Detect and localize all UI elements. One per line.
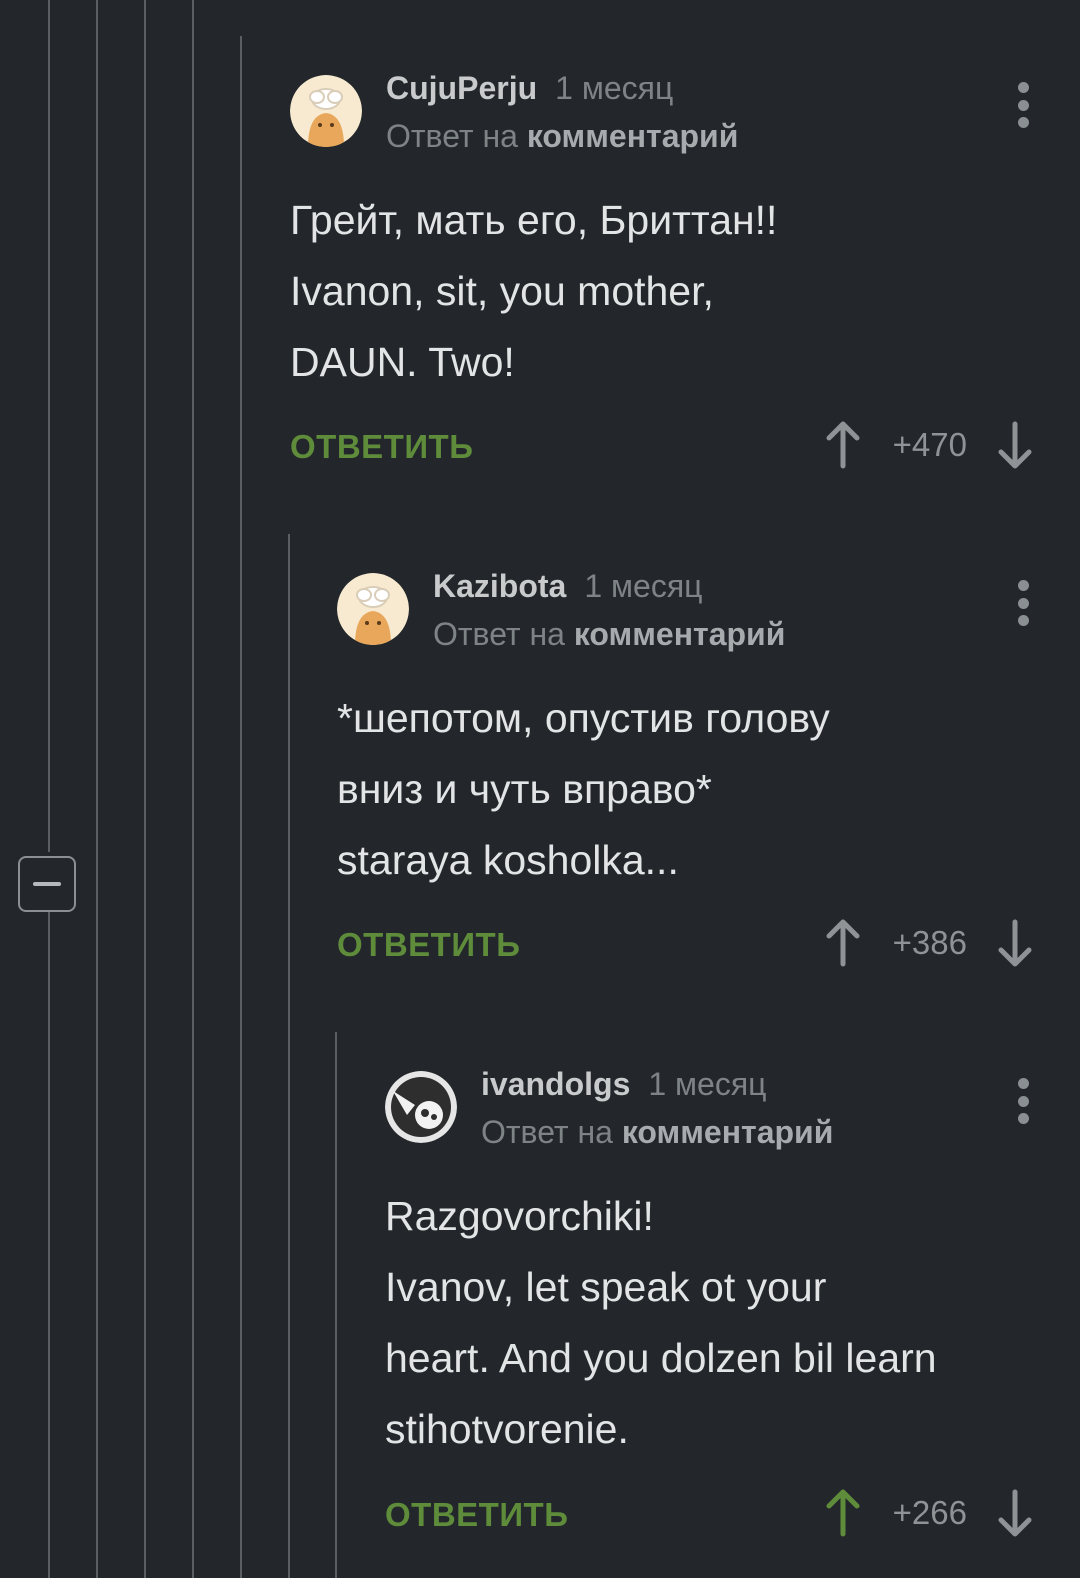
thread-line [240, 36, 242, 1578]
comment-text: Razgovorchiki! Ivanov, let speak ot your… [385, 1193, 937, 1452]
reply-button[interactable]: ОТВЕТИТЬ [337, 926, 520, 964]
upvote-arrow-icon[interactable] [823, 1488, 863, 1538]
comment-header: Kazibota 1 месяц Ответ на комментарий [337, 568, 1080, 652]
comment: ivandolgs 1 месяц Ответ на комментарий Ra… [385, 1066, 1080, 1566]
comment-time: 1 месяц [648, 1066, 767, 1102]
reply-prefix: Ответ на [481, 1114, 613, 1150]
thread-line [144, 0, 146, 1578]
username[interactable]: CujuPerju 1 месяц [386, 70, 673, 107]
more-options-icon[interactable] [1016, 1078, 1030, 1124]
vote-score: +470 [892, 426, 967, 463]
reply-button[interactable]: ОТВЕТИТЬ [290, 428, 473, 466]
comment-time: 1 месяц [555, 70, 674, 106]
reply-target-link[interactable]: комментарий [574, 616, 786, 652]
upvote-arrow-icon[interactable] [823, 918, 863, 968]
username[interactable]: ivandolgs 1 месяц [481, 1066, 767, 1103]
thread-line [96, 0, 98, 1578]
reply-to-label: Ответ на комментарий [386, 118, 738, 155]
reply-prefix: Ответ на [386, 118, 518, 154]
thread-line [192, 0, 194, 1578]
vote-score: +266 [892, 1494, 967, 1531]
username-text[interactable]: Kazibota [433, 568, 566, 604]
upvote-arrow-icon[interactable] [823, 420, 863, 470]
username-text[interactable]: CujuPerju [386, 70, 537, 106]
reply-target-link[interactable]: комментарий [527, 118, 739, 154]
downvote-arrow-icon[interactable] [995, 420, 1035, 470]
comment: CujuPerju 1 месяц Ответ на комментарий Гр… [290, 70, 1080, 490]
comment-text: *шепотом, опустив голову вниз и чуть впр… [337, 695, 830, 883]
minus-icon [33, 882, 61, 886]
collapse-thread-button[interactable] [18, 856, 76, 912]
comment-text: Грейт, мать его, Бриттан!! Ivanon, sit, … [290, 197, 778, 385]
reply-to-label: Ответ на комментарий [481, 1114, 833, 1151]
downvote-arrow-icon[interactable] [995, 918, 1035, 968]
thread-line [48, 912, 50, 1578]
comment-header: CujuPerju 1 месяц Ответ на комментарий [290, 70, 1080, 154]
reply-button[interactable]: ОТВЕТИТЬ [385, 1496, 568, 1534]
reply-prefix: Ответ на [433, 616, 565, 652]
ball-avatar-icon[interactable] [385, 1071, 457, 1143]
chef-avatar-icon[interactable] [337, 573, 409, 645]
vote-controls: +266 [823, 1488, 1035, 1538]
chef-avatar-icon[interactable] [290, 75, 362, 147]
thread-line [335, 1032, 337, 1578]
more-options-icon[interactable] [1016, 580, 1030, 626]
comment: Kazibota 1 месяц Ответ на комментарий *ше… [337, 568, 1080, 988]
thread-line [288, 534, 290, 1578]
comment-time: 1 месяц [584, 568, 703, 604]
reply-to-label: Ответ на комментарий [433, 616, 785, 653]
vote-score: +386 [892, 924, 967, 961]
username[interactable]: Kazibota 1 месяц [433, 568, 702, 605]
reply-target-link[interactable]: комментарий [622, 1114, 834, 1150]
downvote-arrow-icon[interactable] [995, 1488, 1035, 1538]
username-text[interactable]: ivandolgs [481, 1066, 630, 1102]
vote-controls: +386 [823, 918, 1035, 968]
more-options-icon[interactable] [1016, 82, 1030, 128]
comment-header: ivandolgs 1 месяц Ответ на комментарий [385, 1066, 1080, 1150]
thread-line [48, 0, 50, 852]
vote-controls: +470 [823, 420, 1035, 470]
